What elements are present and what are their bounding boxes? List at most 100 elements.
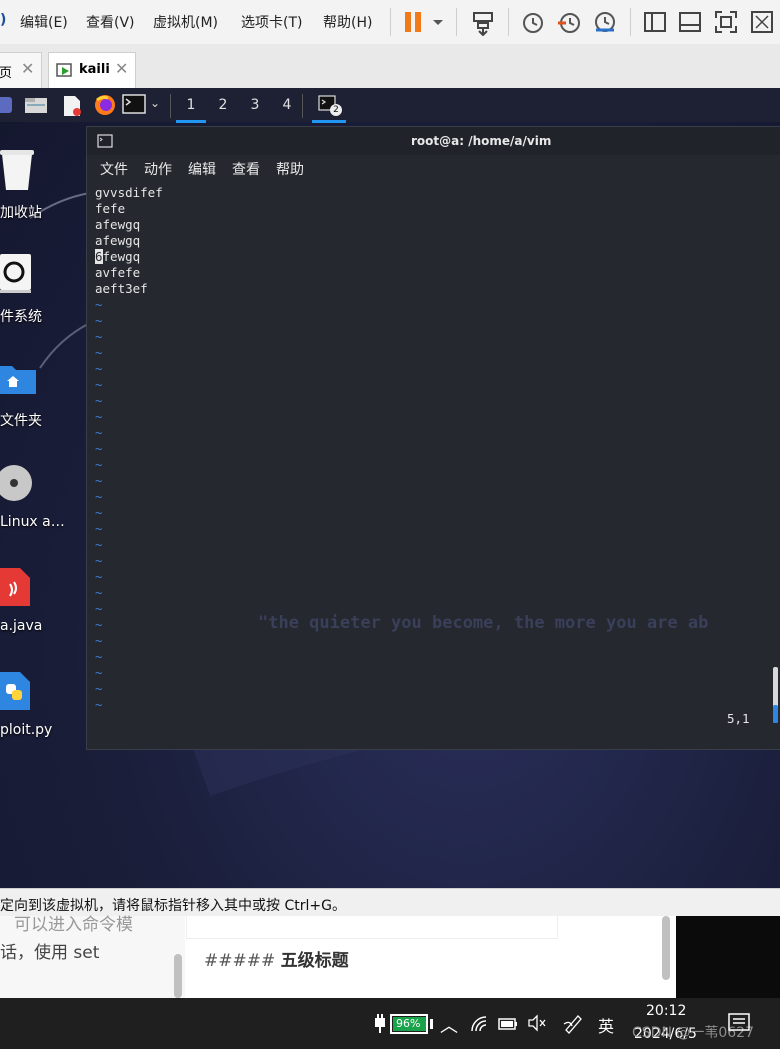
markdown-heading: ##### 五级标题 [204,946,349,971]
workspace-1[interactable]: 1 [176,94,206,123]
unity-mode-icon[interactable] [750,10,774,34]
chevron-down-icon[interactable]: ⌄ [150,96,160,110]
separator [390,8,391,36]
heading-text: 五级标题 [280,951,349,971]
vim-empty-line-marker: ~ [95,649,103,664]
vim-empty-line-marker: ~ [95,473,103,488]
window-count-badge: 2 [330,104,342,116]
vim-empty-line-marker: ~ [95,665,103,680]
snapshot-icon[interactable] [520,10,544,34]
tab-home[interactable]: 页 ✕ [0,52,42,89]
vim-empty-line-marker: ~ [95,633,103,648]
desktop-icon-label[interactable]: 加收站 [0,202,42,222]
terminal-menu-view[interactable]: 查看 [232,159,260,179]
desktop-icon-label[interactable]: a.java [0,618,42,634]
vim-empty-line-marker: ~ [95,489,103,504]
vim-line: afewgq [95,217,141,232]
ime-indicator[interactable]: 英 [598,1013,614,1037]
java-file-icon[interactable] [0,566,30,608]
vim-line: aeft3ef [95,281,148,296]
terminal-scrollbar-thumb[interactable] [773,705,778,723]
menu-tabs[interactable]: 选项卡(T) [241,12,302,32]
vmware-menu-bar: ) 编辑(E) 查看(V) 虚拟机(M) 选项卡(T) 帮助(H) [0,0,780,45]
menu-vm[interactable]: 虚拟机(M) [153,12,218,32]
fullscreen-icon[interactable] [714,10,738,34]
terminal-menu-actions[interactable]: 动作 [144,159,172,179]
code-block [186,916,558,939]
preview-panel [676,916,780,998]
text-editor-icon[interactable] [62,95,82,117]
vim-line: fefe [95,201,126,216]
tab-kaili[interactable]: kaili ✕ [48,52,136,89]
heading-marker: ##### [204,951,276,971]
left-scrollbar[interactable] [174,954,182,998]
desktop-icon-label[interactable]: 文件夹 [0,410,42,430]
vim-line: 6fewgq [95,249,780,265]
vim-line: afewgq [95,233,141,248]
battery-percent: 96% [396,1017,421,1030]
menu-help[interactable]: 帮助(H) [323,12,372,32]
terminal-menu-file[interactable]: 文件 [100,159,128,179]
vim-line: gvvsdifef [95,185,163,200]
workspace-2[interactable]: 2 [208,94,238,120]
vim-buffer[interactable]: gvvsdifef fefe afewgq afewgq 6fewgq avfefe aef… [95,185,780,735]
chevron-down-icon[interactable] [428,10,452,34]
vmware-menu-item-partial[interactable]: ) [0,12,6,28]
terminal-menu-edit[interactable]: 编辑 [188,159,216,179]
vim-empty-line-marker: ~ [95,553,103,568]
firefox-icon[interactable] [94,94,116,116]
vim-empty-line-marker: ~ [95,681,103,696]
guest-top-panel: ⌄ 1 2 3 4 2 [0,88,780,123]
menu-edit[interactable]: 编辑(E) [20,12,68,32]
vmware-tab-bar: 页 ✕ kaili ✕ [0,44,780,89]
snapshot-manager-icon[interactable] [592,10,616,34]
desktop-icon-label[interactable]: Linux a… [0,514,65,530]
guest-desktop[interactable]: ⌄ 1 2 3 4 2 加收站 件系统 文件夹 Linux a… a.java … [0,88,780,888]
editor-scrollbar[interactable] [662,916,670,980]
pen-icon[interactable] [562,1012,584,1034]
vim-empty-line-marker: ~ [95,697,103,712]
workspace-3[interactable]: 3 [240,94,270,120]
wifi-icon[interactable] [470,1015,488,1033]
terminal-launcher-icon[interactable] [122,94,146,114]
disc-icon[interactable] [0,463,34,503]
revert-snapshot-icon[interactable] [556,10,580,34]
workspace-4[interactable]: 4 [272,94,302,120]
battery-tray-icon[interactable] [498,1016,518,1032]
windows-taskbar: 96% ︿ 英 20:12 2024/6/5 CSDN @一苇0627 [0,998,780,1049]
terminal-menu-help[interactable]: 帮助 [276,159,304,179]
terminal-titlebar[interactable]: root@a: /home/a/vim [87,127,780,155]
volume-muted-icon[interactable] [527,1014,547,1032]
power-plug-icon[interactable] [372,1014,388,1034]
notification-icon[interactable] [728,1012,750,1034]
separator [630,8,631,36]
desktop-icon-label[interactable]: 件系统 [0,306,42,326]
close-icon[interactable]: ✕ [115,59,128,78]
desktop-icon-label[interactable]: ploit.py [0,722,52,738]
background-editor-window: 可以进入命令模 话，使用 set ##### 五级标题 [0,915,780,998]
close-icon[interactable]: ✕ [21,59,34,78]
vim-empty-line-marker: ~ [95,361,103,376]
terminal-window[interactable]: root@a: /home/a/vim 文件 动作 编辑 查看 帮助 gvvsd… [86,126,780,750]
python-file-icon[interactable] [0,670,30,712]
taskbar-terminal-button[interactable]: 2 [312,92,346,123]
sidebar-toggle-icon[interactable] [643,10,667,34]
terminal-title: root@a: /home/a/vim [411,134,552,148]
panel-separator [302,94,303,118]
pause-icon[interactable] [402,10,426,34]
kali-menu-icon[interactable] [0,97,12,113]
vim-empty-line-marker: ~ [95,457,103,472]
left-text: 话，使用 set [0,943,100,963]
chevron-up-icon[interactable]: ︿ [440,1012,458,1038]
menu-view[interactable]: 查看(V) [86,12,135,32]
filesystem-icon[interactable] [0,252,32,294]
clock-time[interactable]: 20:12 [646,1003,686,1019]
console-view-icon[interactable] [678,10,702,34]
trash-icon[interactable] [0,148,34,192]
home-folder-icon[interactable] [0,362,36,396]
battery-indicator[interactable]: 96% [390,1014,428,1034]
file-manager-icon[interactable] [24,96,48,114]
vim-line: avfefe [95,265,141,280]
send-ctrl-alt-del-icon[interactable] [470,10,494,37]
vim-empty-line-marker: ~ [95,409,103,424]
